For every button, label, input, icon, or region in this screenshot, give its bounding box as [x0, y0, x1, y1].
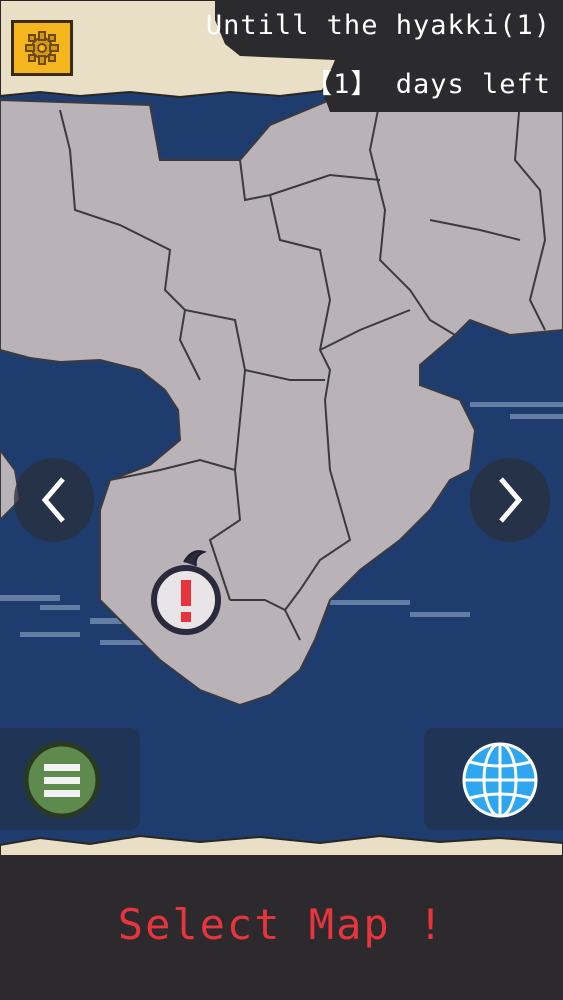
chevron-right-icon	[499, 477, 523, 523]
world-map-button[interactable]	[460, 740, 540, 820]
settings-button[interactable]	[11, 20, 73, 76]
previous-map-button[interactable]	[14, 458, 94, 542]
next-map-button[interactable]	[470, 458, 550, 542]
exclamation-marker-icon	[151, 550, 221, 635]
hamburger-menu-icon	[23, 741, 101, 819]
globe-icon	[462, 742, 538, 818]
select-map-prompt: Select Map !	[117, 900, 446, 949]
gear-icon	[25, 31, 59, 65]
chevron-left-icon	[41, 477, 65, 523]
map-event-marker[interactable]	[148, 546, 226, 644]
days-left-label: 【1】 days left	[305, 69, 551, 100]
countdown-title: Untill the hyakki(1)	[205, 10, 551, 41]
menu-button[interactable]	[22, 740, 102, 820]
